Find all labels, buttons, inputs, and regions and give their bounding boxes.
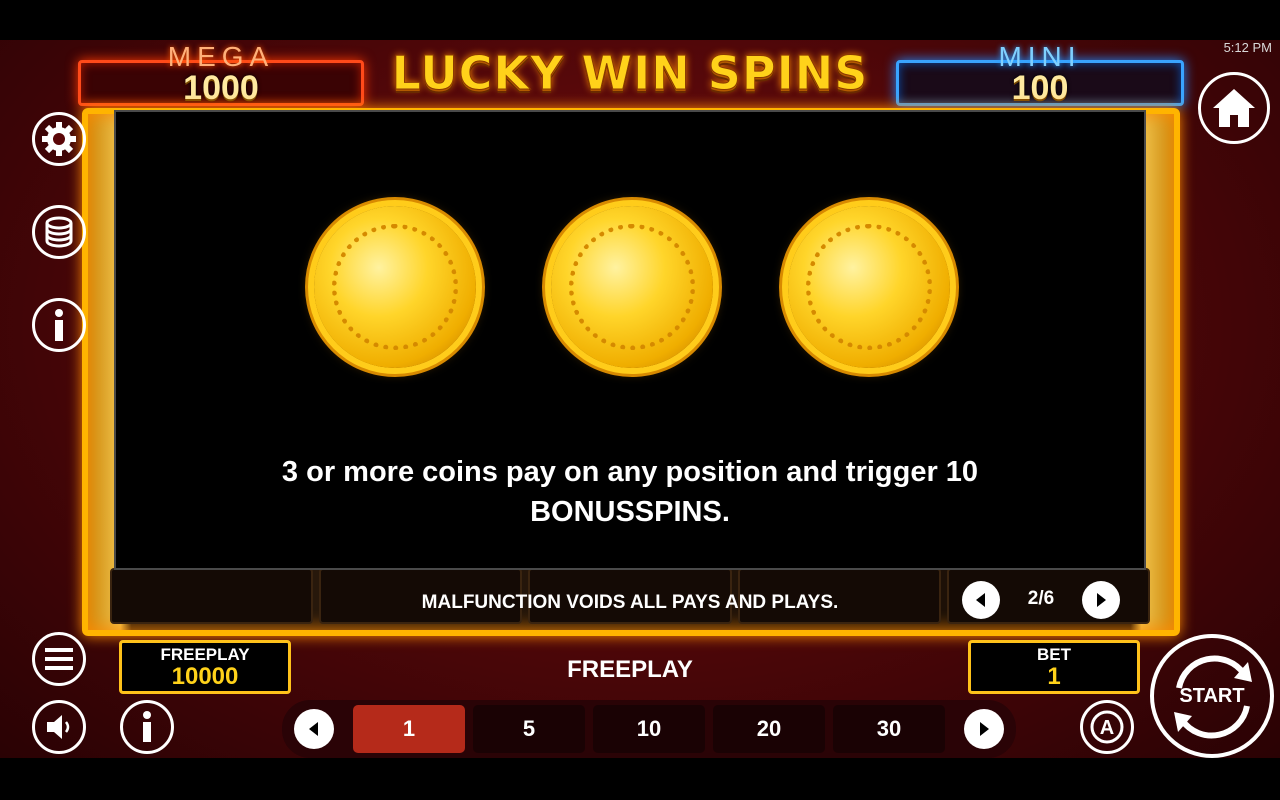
gear-icon <box>42 122 76 156</box>
autoplay-button[interactable]: A <box>1080 700 1134 754</box>
sound-button[interactable] <box>32 700 86 754</box>
coin-icon <box>551 206 713 368</box>
bet-option[interactable]: 1 <box>353 705 465 753</box>
svg-text:A: A <box>1100 717 1114 739</box>
bet-value: 1 <box>1047 663 1061 690</box>
settings-button[interactable] <box>32 112 86 166</box>
home-icon <box>1213 89 1255 127</box>
arrow-right-icon <box>980 722 989 736</box>
paytable-description: 3 or more coins pay on any position and … <box>116 452 1144 532</box>
arrow-left-icon <box>309 722 318 736</box>
info-icon <box>55 309 63 341</box>
help-button[interactable] <box>120 700 174 754</box>
menu-button[interactable] <box>32 632 86 686</box>
autoplay-icon: A <box>1090 710 1124 744</box>
hamburger-menu-icon <box>45 648 73 670</box>
bet-option[interactable]: 30 <box>833 705 945 753</box>
arrow-right-icon <box>1097 593 1106 607</box>
freeplay-credit-label: FREEPLAY <box>160 645 250 664</box>
coins-button[interactable] <box>32 205 86 259</box>
speaker-icon <box>47 715 70 739</box>
info-icon <box>143 711 151 742</box>
arrow-left-icon <box>976 593 985 607</box>
home-button[interactable] <box>1198 72 1270 144</box>
next-page-button[interactable] <box>1082 581 1120 619</box>
paytable-description-line1: 3 or more coins pay on any position and … <box>281 456 979 488</box>
info-button[interactable] <box>32 298 86 352</box>
start-label: START <box>1179 684 1245 707</box>
bet-box: BET 1 <box>968 640 1140 694</box>
malfunction-disclaimer: MALFUNCTION VOIDS ALL PAYS AND PLAYS. <box>421 592 839 613</box>
coin-icon <box>314 206 476 368</box>
page-indicator: 2/6 <box>1027 588 1055 609</box>
bet-decrease-button[interactable] <box>294 709 334 749</box>
paytable-info-panel: 3 or more coins pay on any position and … <box>114 110 1146 570</box>
mode-label: FREEPLAY <box>567 656 693 683</box>
previous-page-button[interactable] <box>962 581 1000 619</box>
bet-increase-button[interactable] <box>964 709 1004 749</box>
mega-jackpot: MEGA 1000 <box>78 41 364 107</box>
bet-option[interactable]: 5 <box>473 705 585 753</box>
paytable-description-line2: BONUSSPINS. <box>530 496 730 528</box>
mini-jackpot: MINI 100 <box>896 41 1184 107</box>
freeplay-credit-value: 10000 <box>171 663 239 690</box>
game-logo: LUCKY WIN SPINS <box>391 46 869 101</box>
start-button[interactable]: START <box>1150 634 1274 758</box>
bet-option[interactable]: 20 <box>713 705 825 753</box>
bet-label: BET <box>1037 645 1071 664</box>
reel-cell <box>110 568 314 624</box>
coin-stack-icon <box>45 216 73 248</box>
status-clock: 5:12 PM <box>1223 40 1272 55</box>
coin-symbols <box>116 206 1144 368</box>
freeplay-credit-box: FREEPLAY 10000 <box>119 640 291 694</box>
paytable-pager: 2/6 <box>960 580 1124 620</box>
coin-icon <box>788 206 950 368</box>
mega-jackpot-value: 1000 <box>183 69 259 107</box>
bet-option[interactable]: 10 <box>593 705 705 753</box>
bet-selector: 1 5 10 20 30 <box>282 700 1016 758</box>
game-stage: 5:12 PM MEGA 1000 LUCKY WIN SPINS MINI 1… <box>0 40 1280 758</box>
mini-jackpot-value: 100 <box>1011 69 1069 107</box>
